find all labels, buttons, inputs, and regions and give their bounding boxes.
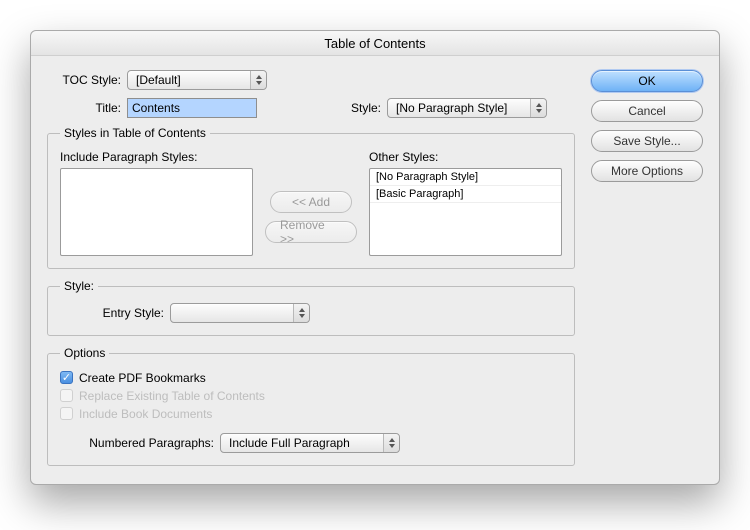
toc-dialog: Table of Contents TOC Style: [Default] T…	[30, 30, 720, 485]
replace-toc-checkbox: Replace Existing Table of Contents	[60, 389, 265, 403]
toc-style-select[interactable]: [Default]	[127, 70, 267, 90]
updown-icon	[293, 304, 309, 322]
replace-toc-label: Replace Existing Table of Contents	[79, 389, 265, 403]
checkbox-icon	[60, 407, 73, 420]
other-styles-listbox[interactable]: [No Paragraph Style] [Basic Paragraph]	[369, 168, 562, 256]
save-style-button[interactable]: Save Style...	[591, 130, 703, 152]
updown-icon	[383, 434, 399, 452]
ok-button[interactable]: OK	[591, 70, 703, 92]
toc-style-value: [Default]	[136, 73, 181, 87]
options-group: Options ✓ Create PDF Bookmarks Replace E…	[47, 346, 575, 466]
styles-in-toc-group: Styles in Table of Contents Include Para…	[47, 126, 575, 269]
add-button[interactable]: << Add	[270, 191, 352, 213]
cancel-button[interactable]: Cancel	[591, 100, 703, 122]
styles-in-toc-legend: Styles in Table of Contents	[60, 126, 210, 140]
numbered-paragraphs-value: Include Full Paragraph	[229, 436, 350, 450]
updown-icon	[250, 71, 266, 89]
more-options-button[interactable]: More Options	[591, 160, 703, 182]
include-book-checkbox: Include Book Documents	[60, 407, 212, 421]
dialog-title: Table of Contents	[31, 31, 719, 56]
include-book-label: Include Book Documents	[79, 407, 212, 421]
other-styles-label: Other Styles:	[369, 150, 562, 164]
include-styles-label: Include Paragraph Styles:	[60, 150, 253, 164]
remove-button[interactable]: Remove >>	[265, 221, 357, 243]
title-label: Title:	[47, 101, 127, 115]
numbered-paragraphs-select[interactable]: Include Full Paragraph	[220, 433, 400, 453]
checkmark-icon: ✓	[60, 371, 73, 384]
style-group: Style: Entry Style:	[47, 279, 575, 336]
numbered-paragraphs-label: Numbered Paragraphs:	[60, 436, 220, 450]
entry-style-label: Entry Style:	[60, 306, 170, 320]
toc-style-label: TOC Style:	[47, 73, 127, 87]
title-input[interactable]	[127, 98, 257, 118]
style-group-legend: Style:	[60, 279, 98, 293]
list-item[interactable]: [Basic Paragraph]	[370, 186, 561, 203]
create-pdf-bookmarks-label: Create PDF Bookmarks	[79, 371, 206, 385]
updown-icon	[530, 99, 546, 117]
checkbox-icon	[60, 389, 73, 402]
style-label: Style:	[287, 101, 387, 115]
create-pdf-bookmarks-checkbox[interactable]: ✓ Create PDF Bookmarks	[60, 371, 206, 385]
entry-style-select[interactable]	[170, 303, 310, 323]
list-item[interactable]: [No Paragraph Style]	[370, 169, 561, 186]
options-legend: Options	[60, 346, 109, 360]
style-value: [No Paragraph Style]	[396, 101, 507, 115]
style-select[interactable]: [No Paragraph Style]	[387, 98, 547, 118]
include-styles-listbox[interactable]	[60, 168, 253, 256]
